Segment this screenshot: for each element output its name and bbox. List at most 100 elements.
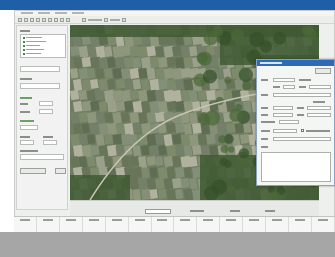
tree-cluster	[231, 28, 244, 42]
text-field[interactable]	[279, 120, 299, 124]
field-parcel	[81, 78, 92, 92]
field-label	[261, 94, 268, 96]
tool-button[interactable]	[104, 17, 108, 22]
field-parcel	[217, 122, 228, 136]
field-parcel	[123, 78, 134, 91]
dialog-button[interactable]	[315, 68, 331, 74]
tool-button[interactable]	[54, 17, 58, 22]
field-parcel	[163, 133, 173, 147]
tool-button[interactable]	[24, 17, 28, 22]
text-field[interactable]	[273, 106, 293, 110]
field-parcel	[189, 177, 198, 190]
text-field[interactable]	[20, 83, 60, 89]
text-field[interactable]	[273, 137, 331, 141]
list-item[interactable]	[23, 44, 63, 47]
field-parcel	[86, 155, 96, 167]
notes-textarea[interactable]	[261, 152, 331, 182]
tool-button[interactable]	[66, 17, 70, 22]
text-field[interactable]	[283, 85, 295, 89]
field-parcel	[175, 78, 184, 90]
field-parcel	[240, 133, 250, 144]
menu-item[interactable]	[55, 12, 67, 14]
list-item[interactable]	[23, 48, 63, 51]
select-field[interactable]	[39, 101, 53, 106]
text-field[interactable]	[307, 113, 331, 117]
table-column[interactable]	[289, 217, 312, 232]
tool-button[interactable]	[30, 17, 34, 22]
field-parcel	[158, 144, 167, 156]
table-column[interactable]	[197, 217, 221, 232]
table-column[interactable]	[37, 217, 60, 232]
field-parcel	[166, 56, 176, 68]
text-field[interactable]	[273, 93, 331, 97]
select-field[interactable]	[20, 125, 38, 130]
tree-cluster	[238, 67, 254, 82]
tool-label[interactable]	[110, 18, 120, 21]
tool-button[interactable]	[48, 17, 52, 22]
field-label	[299, 79, 311, 81]
text-field[interactable]	[20, 154, 64, 160]
select-field[interactable]	[39, 109, 53, 114]
field-parcel	[163, 177, 174, 190]
text-field[interactable]	[307, 106, 331, 110]
checkbox[interactable]	[23, 44, 25, 47]
table-column[interactable]	[312, 217, 335, 232]
list-item[interactable]	[23, 40, 63, 43]
field-parcel	[124, 100, 134, 113]
field-parcel	[175, 56, 185, 70]
text-field[interactable]	[273, 113, 293, 117]
column-label	[42, 219, 53, 221]
field-parcel	[155, 45, 165, 59]
search-button[interactable]	[20, 168, 46, 174]
field-parcel	[95, 133, 105, 147]
clear-button[interactable]	[55, 168, 66, 174]
field-parcel	[103, 133, 114, 145]
column-label	[19, 219, 30, 221]
field-parcel	[70, 68, 79, 79]
table-column[interactable]	[14, 217, 37, 232]
checkbox[interactable]	[23, 40, 25, 43]
tree-cluster	[224, 76, 232, 84]
tool-button[interactable]	[82, 17, 86, 22]
tree-cluster	[220, 144, 229, 154]
menu-item[interactable]	[72, 12, 84, 14]
tool-button[interactable]	[60, 17, 64, 22]
checkbox[interactable]	[23, 36, 25, 39]
tool-label[interactable]	[88, 18, 102, 21]
field-parcel	[98, 56, 108, 69]
table-column[interactable]	[60, 217, 83, 232]
table-column[interactable]	[174, 217, 198, 232]
table-column[interactable]	[129, 217, 152, 232]
text-field[interactable]	[309, 85, 331, 89]
tool-button[interactable]	[122, 17, 126, 22]
layer-list[interactable]	[20, 34, 66, 58]
select-field[interactable]	[20, 140, 34, 145]
dialog-title-bar[interactable]	[257, 60, 334, 66]
menu-item[interactable]	[38, 12, 50, 14]
table-column[interactable]	[152, 217, 175, 232]
table-column[interactable]	[83, 217, 106, 232]
text-field[interactable]	[20, 66, 60, 72]
text-field[interactable]	[273, 78, 295, 82]
field-label	[20, 103, 28, 105]
table-column[interactable]	[243, 217, 267, 232]
field-parcel	[189, 89, 198, 102]
menu-item[interactable]	[21, 12, 33, 14]
table-column[interactable]	[106, 217, 129, 232]
tool-button[interactable]	[18, 17, 22, 22]
checkbox[interactable]	[23, 48, 25, 51]
table-column[interactable]	[220, 217, 244, 232]
field-label	[43, 136, 53, 138]
table-column[interactable]	[266, 217, 290, 232]
tool-button[interactable]	[36, 17, 40, 22]
tool-button[interactable]	[42, 17, 46, 22]
list-item[interactable]	[23, 52, 63, 55]
checkbox[interactable]	[23, 52, 25, 55]
select-field[interactable]	[43, 140, 57, 145]
field-parcel	[121, 112, 130, 123]
column-label	[157, 219, 168, 221]
text-field[interactable]	[273, 129, 297, 133]
list-item[interactable]	[23, 36, 63, 39]
scale-input[interactable]	[145, 209, 171, 214]
checkbox[interactable]	[301, 129, 304, 132]
